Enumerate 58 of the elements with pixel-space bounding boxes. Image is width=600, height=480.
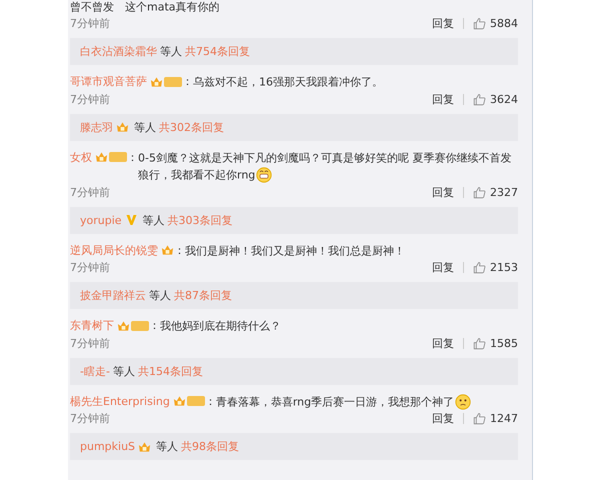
comment-text: 曾不曾发 这个mata真有你的 — [70, 0, 220, 14]
thumbs-up-icon[interactable] — [473, 186, 486, 199]
reply-count-link[interactable]: 共87条回复 — [174, 288, 232, 304]
comment-text: 乌兹对不起，16强那天我跟着冲你了。 — [193, 76, 383, 89]
others-label: 等人 — [156, 439, 178, 454]
user-name-link[interactable]: 东青树下 — [70, 317, 114, 334]
reply-count-link[interactable]: 共302条回复 — [159, 120, 224, 135]
reply-link[interactable]: 回复 — [432, 336, 454, 351]
others-label: 等人 — [142, 212, 165, 228]
reply-link[interactable]: 回复 — [432, 16, 454, 32]
reply-count-link[interactable]: 共754条回复 — [185, 44, 250, 60]
timestamp: 7分钟前 — [70, 16, 111, 32]
user-name-link[interactable]: 楊先生Enterprising — [70, 392, 170, 410]
comment-text: 0-5剑魔？这就是天神下凡的剑魔吗？可真是够好笑的呢 夏季赛你继续不首发狼行，我都看不起你rng — [138, 151, 512, 182]
timestamp: 7分钟前 — [70, 336, 111, 351]
user-name-link[interactable]: 白衣沾酒染霜华 — [80, 44, 157, 60]
user-name-link[interactable]: 滕志羽 — [80, 120, 113, 135]
colon: ： — [149, 318, 160, 334]
others-label: 等人 — [112, 364, 135, 379]
timestamp: 7分钟前 — [70, 184, 111, 200]
user-name-link[interactable]: 哥谭市观音菩萨 — [70, 73, 147, 90]
like-count: 1585 — [490, 336, 518, 350]
others-label: 等人 — [149, 288, 171, 304]
like-count: 3624 — [490, 92, 518, 106]
comment-text: 我们是厨神！我们又是厨神！我们总是厨神！ — [185, 244, 405, 258]
like-count: 2153 — [490, 261, 518, 274]
user-name-link[interactable]: pumpkiuS — [80, 440, 136, 454]
timestamp: 7分钟前 — [70, 92, 111, 107]
user-name-link[interactable]: -瞎走- — [80, 364, 110, 379]
thumbs-up-icon[interactable] — [473, 261, 486, 274]
colon: ： — [204, 394, 216, 410]
reply-link[interactable]: 回复 — [432, 92, 454, 107]
reply-link[interactable]: 回复 — [432, 260, 454, 276]
thumbs-up-icon[interactable] — [473, 412, 486, 426]
like-count: 2327 — [490, 186, 518, 199]
like-count: 1247 — [490, 412, 518, 426]
colon: ： — [127, 150, 138, 166]
reply-count-link[interactable]: 共154条回复 — [138, 364, 203, 379]
colon: ： — [182, 74, 193, 90]
thumbs-up-icon[interactable] — [473, 336, 486, 350]
reply-count-link[interactable]: 共303条回复 — [168, 212, 233, 228]
user-name-link[interactable]: yorupie — [80, 214, 122, 227]
user-name-link[interactable]: 披金甲踏祥云 — [80, 288, 146, 304]
like-count: 5884 — [490, 17, 518, 30]
comment-text: 青春落幕，恭喜rng季后赛一日游，我想那个神了 — [216, 395, 454, 408]
others-label: 等人 — [160, 44, 182, 60]
user-name-link[interactable]: 逆风局局长的锐雯 — [70, 242, 158, 259]
timestamp: 7分钟前 — [70, 411, 111, 426]
reply-link[interactable]: 回复 — [432, 184, 454, 200]
timestamp: 7分钟前 — [70, 260, 111, 276]
reply-count-link[interactable]: 共98条回复 — [181, 439, 240, 454]
others-label: 等人 — [134, 120, 156, 135]
colon: ： — [174, 242, 185, 259]
comment-text: 我他妈到底在期待什么？ — [160, 320, 281, 333]
user-name-link[interactable]: 女权 — [70, 148, 92, 166]
thumbs-up-icon[interactable] — [473, 17, 486, 30]
reply-link[interactable]: 回复 — [432, 411, 454, 426]
thumbs-up-icon[interactable] — [473, 92, 486, 106]
